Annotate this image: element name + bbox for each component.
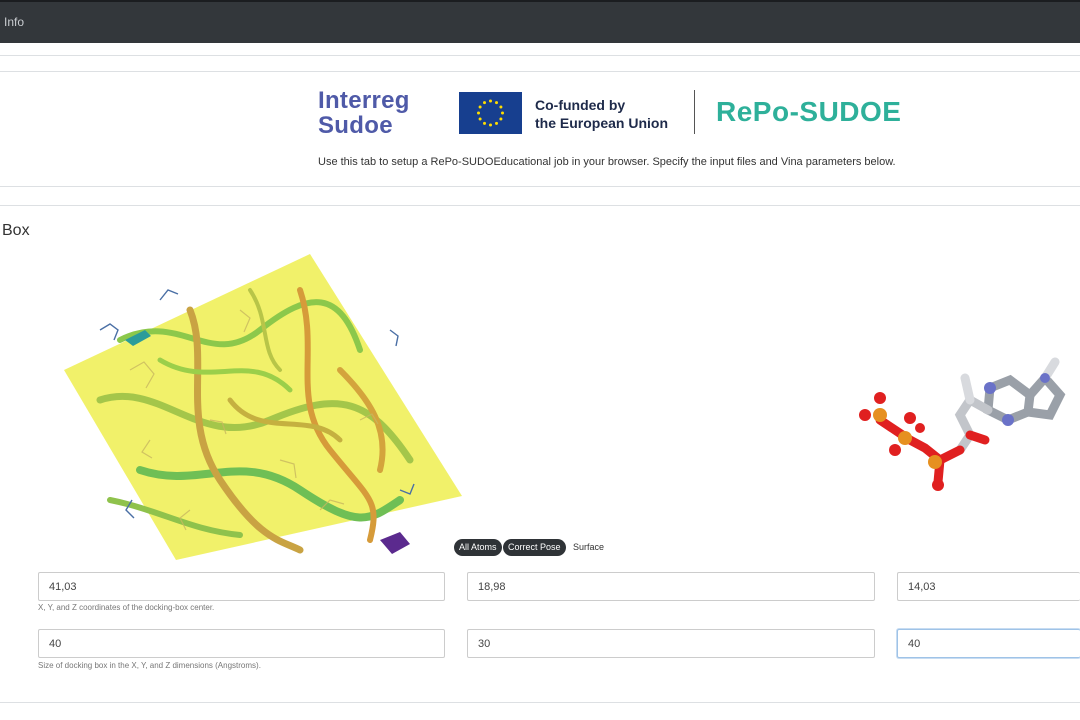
divider <box>0 702 1080 703</box>
size-y-input[interactable] <box>467 629 875 658</box>
size-x-input[interactable] <box>38 629 445 658</box>
eu-flag-icon <box>459 92 522 134</box>
logo-separator <box>694 90 695 134</box>
divider <box>0 186 1080 187</box>
intro-description: Use this tab to setup a RePo-SUDOEducati… <box>318 156 896 168</box>
all-atoms-button[interactable]: All Atoms <box>454 539 502 556</box>
divider <box>0 205 1080 206</box>
ligand-viewer[interactable] <box>840 320 1080 510</box>
size-z-input[interactable] <box>897 629 1080 658</box>
size-help-text: Size of docking box in the X, Y, and Z d… <box>38 661 261 670</box>
interreg-sudoe-logo: Interreg Sudoe <box>318 88 410 138</box>
molecule-viewer[interactable] <box>40 250 480 562</box>
surface-button[interactable]: Surface <box>568 539 609 556</box>
correct-pose-button[interactable]: Correct Pose <box>503 539 566 556</box>
info-nav-link[interactable]: Info <box>4 15 24 29</box>
box-section-title: Box <box>2 222 30 239</box>
logo-line2: Sudoe <box>318 112 393 139</box>
divider <box>0 71 1080 72</box>
center-z-input[interactable] <box>897 572 1080 601</box>
center-help-text: X, Y, and Z coordinates of the docking-b… <box>38 603 215 612</box>
cofund-line1: Co-funded by <box>535 97 626 113</box>
top-navbar: Info <box>0 0 1080 43</box>
project-title: RePo-SUDOE <box>716 96 902 127</box>
cofunded-text: Co-funded by the European Union <box>535 96 668 132</box>
docking-box <box>64 254 462 560</box>
center-y-input[interactable] <box>467 572 875 601</box>
divider <box>0 55 1080 56</box>
center-x-input[interactable] <box>38 572 445 601</box>
logo-line1: Interreg <box>318 87 410 114</box>
cofund-line2: the European Union <box>535 115 668 131</box>
